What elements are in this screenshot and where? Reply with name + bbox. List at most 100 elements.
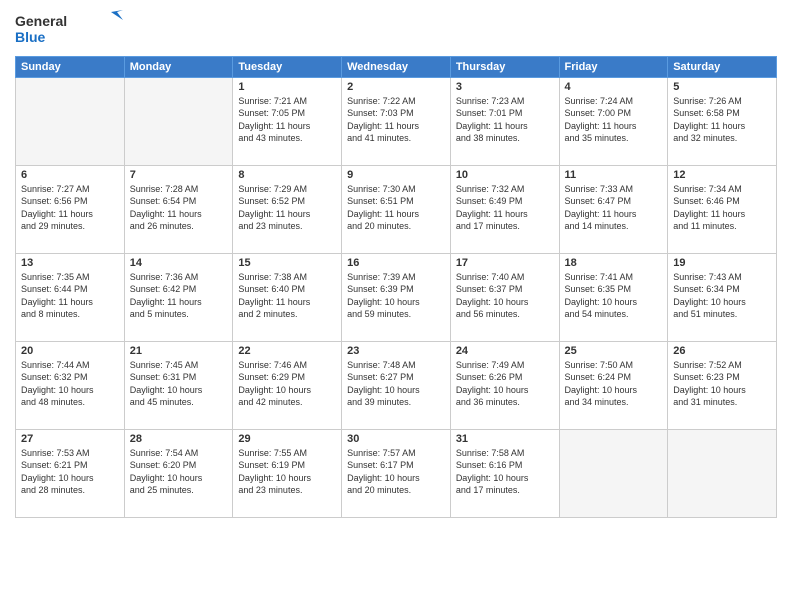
calendar-cell: 20 Sunrise: 7:44 AM Sunset: 6:32 PM Dayli…: [16, 341, 125, 429]
day-number: 23: [347, 345, 445, 357]
day-info: Sunrise: 7:32 AM Sunset: 6:49 PM Dayligh…: [456, 183, 554, 233]
day-number: 6: [21, 169, 119, 181]
calendar-cell: 7 Sunrise: 7:28 AM Sunset: 6:54 PM Daylig…: [124, 165, 233, 253]
calendar-week-row: 20 Sunrise: 7:44 AM Sunset: 6:32 PM Dayli…: [16, 341, 777, 429]
day-number: 9: [347, 169, 445, 181]
calendar-cell: 25Sunrise: 7:50 AM Sunset: 6:24 PM Dayli…: [559, 341, 668, 429]
day-number: 19: [673, 257, 771, 269]
calendar-week-row: 27 Sunrise: 7:53 AM Sunset: 6:21 PM Dayli…: [16, 429, 777, 517]
svg-text:General: General: [15, 13, 67, 29]
calendar-cell: 2 Sunrise: 7:22 AM Sunset: 7:03 PM Daylig…: [342, 77, 451, 165]
calendar-cell: 18 Sunrise: 7:41 AM Sunset: 6:35 PM Dayli…: [559, 253, 668, 341]
day-number: 10: [456, 169, 554, 181]
day-number: 2: [347, 81, 445, 93]
weekday-header: Wednesday: [342, 56, 451, 77]
day-info: Sunrise: 7:43 AM Sunset: 6:34 PM Dayligh…: [673, 271, 771, 321]
calendar-week-row: 6 Sunrise: 7:27 AM Sunset: 6:56 PM Daylig…: [16, 165, 777, 253]
calendar-cell: 9 Sunrise: 7:30 AM Sunset: 6:51 PM Daylig…: [342, 165, 451, 253]
day-number: 18: [565, 257, 663, 269]
day-info: Sunrise: 7:44 AM Sunset: 6:32 PM Dayligh…: [21, 359, 119, 409]
calendar-cell: 14 Sunrise: 7:36 AM Sunset: 6:42 PM Dayli…: [124, 253, 233, 341]
calendar-cell: 22 Sunrise: 7:46 AM Sunset: 6:29 PM Dayli…: [233, 341, 342, 429]
calendar-cell: 15Sunrise: 7:38 AM Sunset: 6:40 PM Dayli…: [233, 253, 342, 341]
day-number: 7: [130, 169, 228, 181]
calendar-cell: 16 Sunrise: 7:39 AM Sunset: 6:39 PM Dayli…: [342, 253, 451, 341]
day-number: 20: [21, 345, 119, 357]
logo: General Blue: [15, 10, 125, 50]
header: General Blue: [15, 10, 777, 50]
calendar-cell: 28 Sunrise: 7:54 AM Sunset: 6:20 PM Dayli…: [124, 429, 233, 517]
day-number: 22: [238, 345, 336, 357]
calendar-cell: [559, 429, 668, 517]
day-number: 21: [130, 345, 228, 357]
logo-container: General Blue: [15, 10, 125, 50]
day-info: Sunrise: 7:55 AM Sunset: 6:19 PM Dayligh…: [238, 447, 336, 497]
day-number: 24: [456, 345, 554, 357]
calendar-cell: 13Sunrise: 7:35 AM Sunset: 6:44 PM Dayli…: [16, 253, 125, 341]
calendar-cell: 5Sunrise: 7:26 AM Sunset: 6:58 PM Daylig…: [668, 77, 777, 165]
day-number: 26: [673, 345, 771, 357]
day-info: Sunrise: 7:57 AM Sunset: 6:17 PM Dayligh…: [347, 447, 445, 497]
calendar-cell: 6 Sunrise: 7:27 AM Sunset: 6:56 PM Daylig…: [16, 165, 125, 253]
day-number: 12: [673, 169, 771, 181]
day-info: Sunrise: 7:24 AM Sunset: 7:00 PM Dayligh…: [565, 95, 663, 145]
weekday-header: Thursday: [450, 56, 559, 77]
calendar-cell: 1Sunrise: 7:21 AM Sunset: 7:05 PM Daylig…: [233, 77, 342, 165]
calendar-cell: [668, 429, 777, 517]
calendar-cell: 23 Sunrise: 7:48 AM Sunset: 6:27 PM Dayli…: [342, 341, 451, 429]
calendar-cell: 10 Sunrise: 7:32 AM Sunset: 6:49 PM Dayli…: [450, 165, 559, 253]
calendar-cell: 24 Sunrise: 7:49 AM Sunset: 6:26 PM Dayli…: [450, 341, 559, 429]
day-info: Sunrise: 7:30 AM Sunset: 6:51 PM Dayligh…: [347, 183, 445, 233]
day-info: Sunrise: 7:36 AM Sunset: 6:42 PM Dayligh…: [130, 271, 228, 321]
svg-text:Blue: Blue: [15, 29, 46, 45]
calendar-body: 1Sunrise: 7:21 AM Sunset: 7:05 PM Daylig…: [16, 77, 777, 517]
logo-svg: General Blue: [15, 10, 125, 45]
day-number: 14: [130, 257, 228, 269]
calendar-cell: [124, 77, 233, 165]
day-info: Sunrise: 7:46 AM Sunset: 6:29 PM Dayligh…: [238, 359, 336, 409]
day-info: Sunrise: 7:45 AM Sunset: 6:31 PM Dayligh…: [130, 359, 228, 409]
day-info: Sunrise: 7:28 AM Sunset: 6:54 PM Dayligh…: [130, 183, 228, 233]
weekday-header: Tuesday: [233, 56, 342, 77]
day-number: 30: [347, 433, 445, 445]
day-info: Sunrise: 7:48 AM Sunset: 6:27 PM Dayligh…: [347, 359, 445, 409]
calendar-cell: 11Sunrise: 7:33 AM Sunset: 6:47 PM Dayli…: [559, 165, 668, 253]
calendar-cell: 4 Sunrise: 7:24 AM Sunset: 7:00 PM Daylig…: [559, 77, 668, 165]
calendar-cell: [16, 77, 125, 165]
calendar-week-row: 1Sunrise: 7:21 AM Sunset: 7:05 PM Daylig…: [16, 77, 777, 165]
day-number: 27: [21, 433, 119, 445]
calendar-cell: 29Sunrise: 7:55 AM Sunset: 6:19 PM Dayli…: [233, 429, 342, 517]
day-info: Sunrise: 7:39 AM Sunset: 6:39 PM Dayligh…: [347, 271, 445, 321]
calendar-cell: 21 Sunrise: 7:45 AM Sunset: 6:31 PM Dayli…: [124, 341, 233, 429]
day-number: 28: [130, 433, 228, 445]
day-info: Sunrise: 7:50 AM Sunset: 6:24 PM Dayligh…: [565, 359, 663, 409]
day-number: 4: [565, 81, 663, 93]
day-number: 3: [456, 81, 554, 93]
day-info: Sunrise: 7:53 AM Sunset: 6:21 PM Dayligh…: [21, 447, 119, 497]
day-number: 8: [238, 169, 336, 181]
calendar-cell: 17Sunrise: 7:40 AM Sunset: 6:37 PM Dayli…: [450, 253, 559, 341]
day-info: Sunrise: 7:49 AM Sunset: 6:26 PM Dayligh…: [456, 359, 554, 409]
day-info: Sunrise: 7:27 AM Sunset: 6:56 PM Dayligh…: [21, 183, 119, 233]
calendar-cell: 19 Sunrise: 7:43 AM Sunset: 6:34 PM Dayli…: [668, 253, 777, 341]
day-info: Sunrise: 7:58 AM Sunset: 6:16 PM Dayligh…: [456, 447, 554, 497]
calendar-cell: 8 Sunrise: 7:29 AM Sunset: 6:52 PM Daylig…: [233, 165, 342, 253]
day-info: Sunrise: 7:23 AM Sunset: 7:01 PM Dayligh…: [456, 95, 554, 145]
day-number: 13: [21, 257, 119, 269]
day-number: 16: [347, 257, 445, 269]
calendar-cell: 30 Sunrise: 7:57 AM Sunset: 6:17 PM Dayli…: [342, 429, 451, 517]
day-info: Sunrise: 7:29 AM Sunset: 6:52 PM Dayligh…: [238, 183, 336, 233]
day-number: 15: [238, 257, 336, 269]
day-number: 11: [565, 169, 663, 181]
day-info: Sunrise: 7:26 AM Sunset: 6:58 PM Dayligh…: [673, 95, 771, 145]
calendar-table: SundayMondayTuesdayWednesdayThursdayFrid…: [15, 56, 777, 518]
day-info: Sunrise: 7:54 AM Sunset: 6:20 PM Dayligh…: [130, 447, 228, 497]
day-info: Sunrise: 7:22 AM Sunset: 7:03 PM Dayligh…: [347, 95, 445, 145]
calendar-header-row: SundayMondayTuesdayWednesdayThursdayFrid…: [16, 56, 777, 77]
calendar-cell: 12Sunrise: 7:34 AM Sunset: 6:46 PM Dayli…: [668, 165, 777, 253]
calendar-cell: 27 Sunrise: 7:53 AM Sunset: 6:21 PM Dayli…: [16, 429, 125, 517]
weekday-header: Friday: [559, 56, 668, 77]
day-info: Sunrise: 7:40 AM Sunset: 6:37 PM Dayligh…: [456, 271, 554, 321]
calendar-cell: 31Sunrise: 7:58 AM Sunset: 6:16 PM Dayli…: [450, 429, 559, 517]
day-info: Sunrise: 7:41 AM Sunset: 6:35 PM Dayligh…: [565, 271, 663, 321]
